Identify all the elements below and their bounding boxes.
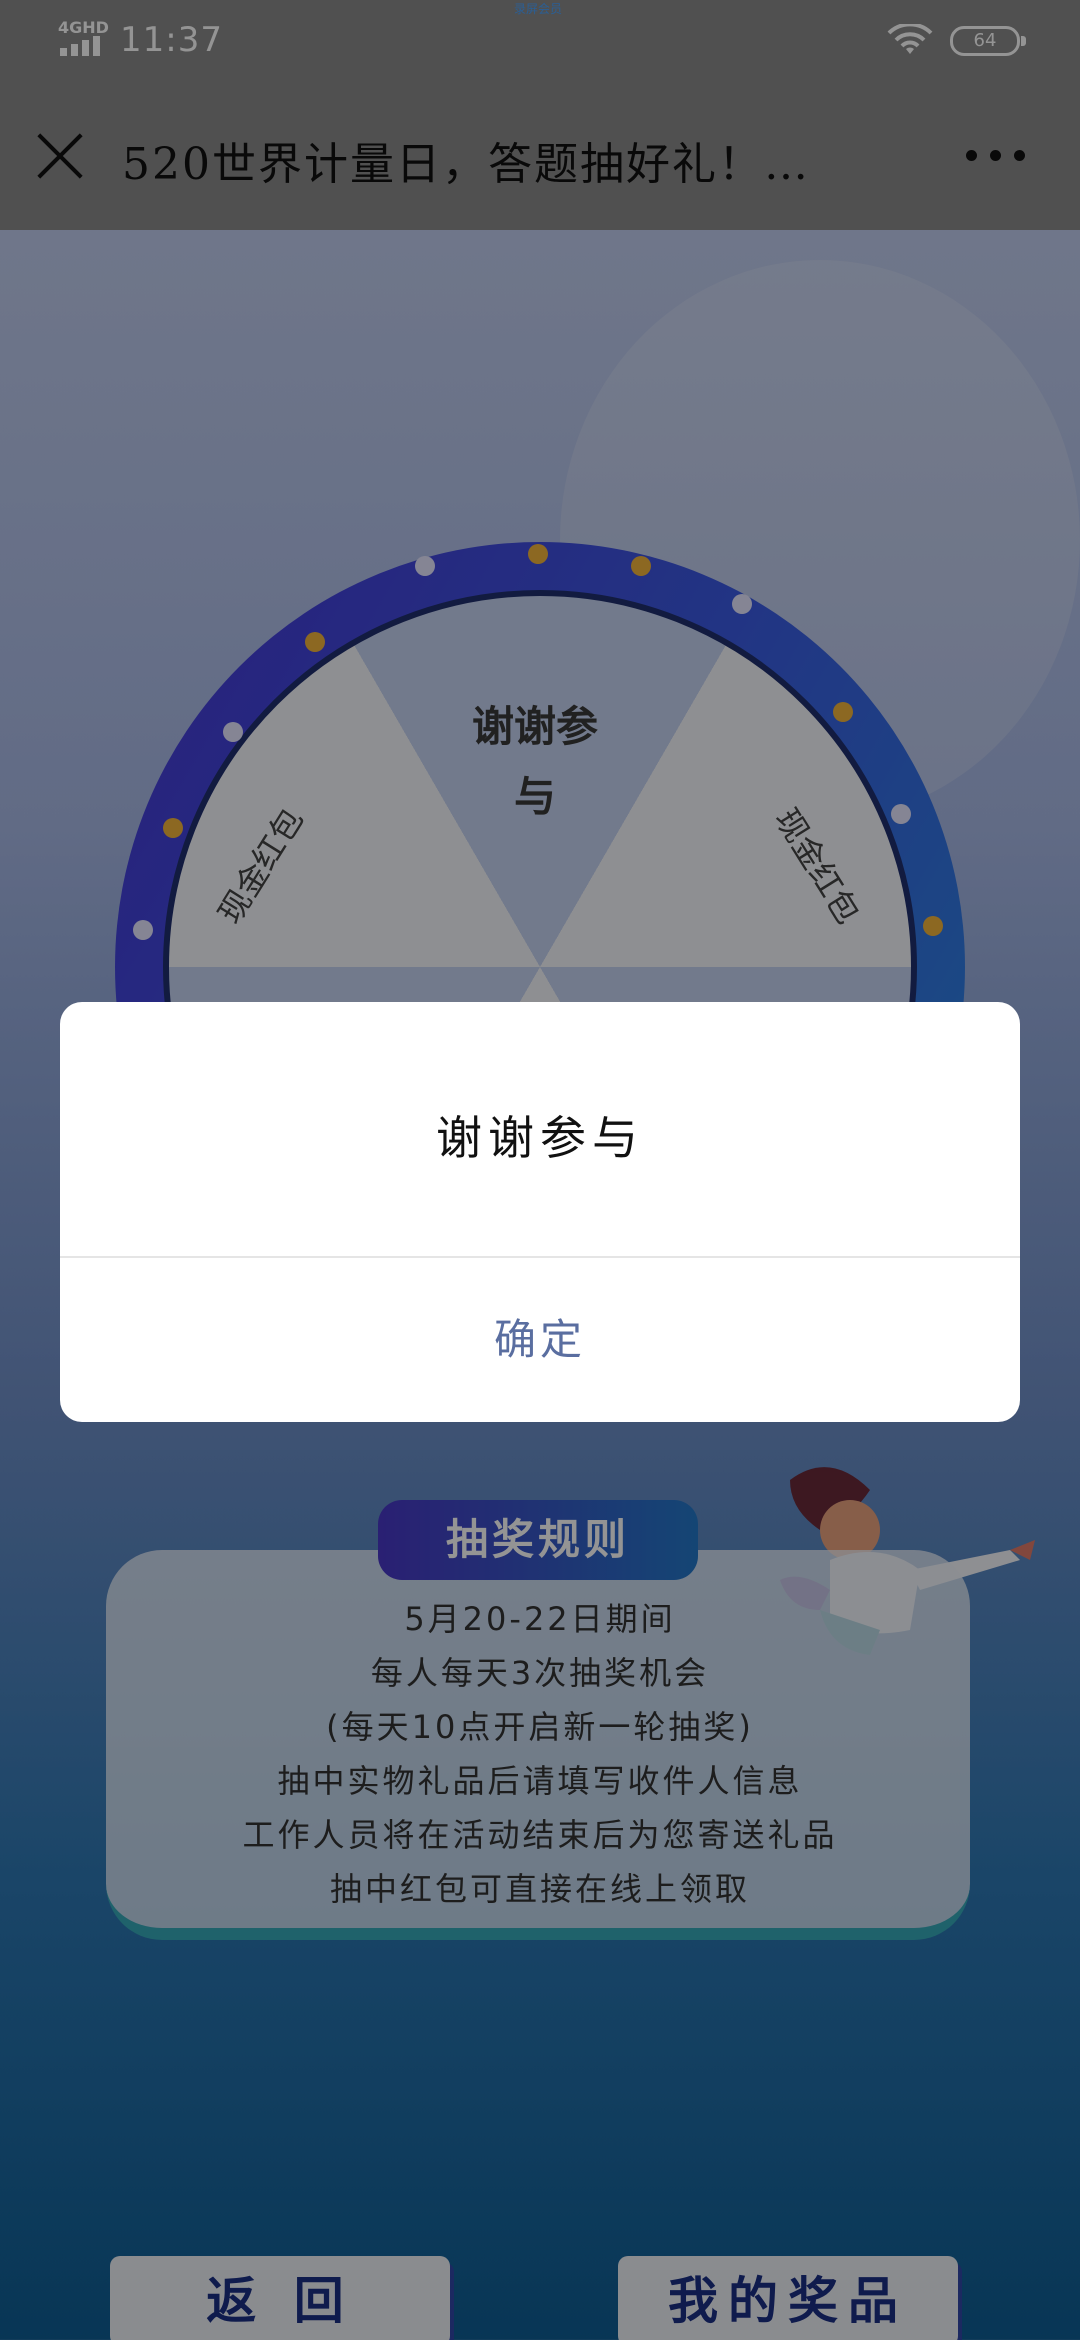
result-dialog: 谢谢参与 确定 <box>60 1002 1020 1422</box>
confirm-button[interactable]: 确定 <box>60 1258 1020 1422</box>
status-dim-overlay <box>0 0 1080 80</box>
dialog-message: 谢谢参与 <box>436 1111 644 1165</box>
